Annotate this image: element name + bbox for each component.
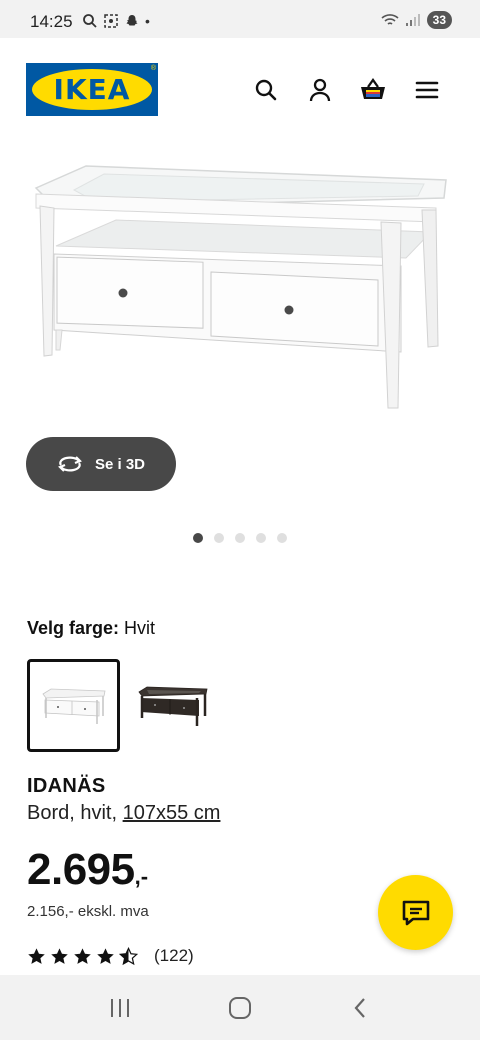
menu-icon[interactable] xyxy=(413,76,441,104)
star-full-icon xyxy=(97,947,114,964)
star-full-icon xyxy=(28,947,45,964)
view-in-3d-button[interactable]: Se i 3D xyxy=(26,437,176,491)
search-status-icon xyxy=(83,14,97,28)
more-notifications-dot: • xyxy=(145,13,150,29)
color-label: Velg farge: xyxy=(27,618,120,638)
carousel-dot[interactable] xyxy=(277,533,287,543)
chat-icon xyxy=(402,900,429,925)
home-button[interactable] xyxy=(220,988,260,1028)
system-navigation-bar xyxy=(0,975,480,1040)
rating-stars xyxy=(27,946,138,966)
status-system-icons: 33 xyxy=(381,11,452,29)
star-half-icon xyxy=(119,946,138,965)
product-description: Bord, hvit, 107x55 cm xyxy=(27,802,220,825)
carousel-dot[interactable] xyxy=(256,533,266,543)
signal-icon xyxy=(405,14,420,26)
back-button[interactable] xyxy=(340,988,380,1028)
chat-button[interactable] xyxy=(378,875,453,950)
carousel-dot[interactable] xyxy=(214,533,224,543)
registered-mark: ® xyxy=(150,65,156,72)
search-icon[interactable] xyxy=(252,76,280,104)
price-suffix: ,- xyxy=(134,864,149,889)
product-image[interactable] xyxy=(26,150,456,420)
color-selector-heading: Velg farge: Hvit xyxy=(27,618,155,639)
white-table-thumbnail xyxy=(41,688,105,724)
price-value: 2.695 xyxy=(27,845,135,894)
recent-apps-button[interactable] xyxy=(100,988,140,1028)
carousel-dot[interactable] xyxy=(235,533,245,543)
product-type: Bord, hvit, xyxy=(27,802,118,824)
product-rating[interactable]: (122) xyxy=(27,946,194,966)
screenshot-status-icon xyxy=(104,14,118,28)
star-full-icon xyxy=(74,947,91,964)
status-notification-icons: • xyxy=(82,12,150,30)
logo-text: IKEA xyxy=(53,73,131,106)
product-name: IDANÄS xyxy=(27,775,106,797)
rotate-3d-icon xyxy=(58,456,82,472)
snapchat-status-icon xyxy=(126,15,138,26)
status-bar: 14:25 • 33 xyxy=(0,0,480,38)
dark-brown-table-thumbnail xyxy=(137,686,207,726)
wifi-icon xyxy=(381,14,399,25)
home-icon xyxy=(229,996,251,1019)
ikea-logo[interactable]: IKEA ® xyxy=(26,63,158,116)
color-selected-value: Hvit xyxy=(124,618,156,638)
review-count: (122) xyxy=(154,946,194,965)
recent-apps-icon xyxy=(111,998,129,1017)
battery-indicator: 33 xyxy=(426,11,452,29)
image-carousel-dots xyxy=(0,533,480,543)
back-icon xyxy=(354,997,365,1018)
view-in-3d-label: Se i 3D xyxy=(94,455,146,473)
logo-oval: IKEA xyxy=(32,69,152,110)
price-ex-vat: 2.156,- ekskl. mva xyxy=(27,903,149,920)
product-size-link[interactable]: 107x55 cm xyxy=(123,802,221,824)
site-header: IKEA ® xyxy=(0,38,480,138)
color-swatch-white[interactable] xyxy=(27,659,120,752)
product-price: 2.695 ,- xyxy=(27,845,148,895)
carousel-dot[interactable] xyxy=(193,533,203,543)
basket-icon[interactable] xyxy=(359,76,387,104)
status-time: 14:25 xyxy=(30,12,73,31)
account-icon[interactable] xyxy=(306,76,334,104)
color-swatch-dark-brown[interactable] xyxy=(126,659,219,752)
star-full-icon xyxy=(51,947,68,964)
